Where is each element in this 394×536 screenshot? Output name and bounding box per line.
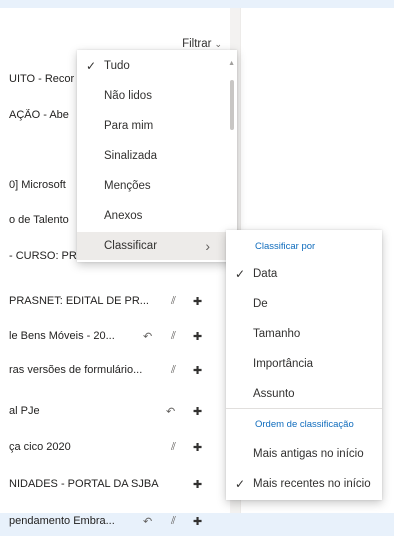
pin-icon[interactable]: ✚ [193, 441, 202, 454]
attachment-icon: ⫽ [171, 329, 176, 342]
pin-icon[interactable]: ✚ [193, 515, 202, 528]
sort-item-label: Tamanho [253, 328, 301, 340]
check-icon: ✓ [235, 267, 246, 281]
attachment-icon: ⫽ [171, 514, 176, 527]
sort-item-label: Mais antigas no início [253, 448, 364, 460]
reply-icon: ↶ [143, 515, 153, 528]
attachment-icon: ⫽ [171, 440, 176, 453]
message-row[interactable]: ras versões de formulário... ⫽ ✚ [0, 355, 220, 385]
filter-item-nao-lidos[interactable]: Não lidos [77, 82, 227, 110]
sort-by-header: Classificar por [255, 241, 316, 252]
filter-item-tudo[interactable]: ✓ Tudo [77, 52, 227, 80]
filter-item-label: Classificar [104, 240, 158, 252]
check-icon: ✓ [235, 477, 246, 491]
attachment-icon: ⫽ [171, 363, 176, 376]
message-subject: pendamento Embra... [9, 515, 115, 527]
filter-item-classificar[interactable]: Classificar › [77, 232, 228, 260]
filter-item-sinalizada[interactable]: Sinalizada [77, 142, 227, 170]
sort-order-oldest-first[interactable]: Mais antigas no início [226, 440, 382, 468]
filter-item-label: Para mim [104, 120, 154, 132]
sort-order-newest-first[interactable]: ✓ Mais recentes no início [226, 470, 382, 498]
message-subject: ça cico 2020 [9, 441, 71, 453]
filter-item-mencoes[interactable]: Menções [77, 172, 227, 200]
sort-by-date[interactable]: ✓ Data [226, 260, 382, 288]
message-row[interactable]: PRASNET: EDITAL DE PR... ⫽ ✚ [0, 286, 220, 316]
sort-order-header: Ordem de classificação [255, 419, 354, 430]
pin-icon[interactable]: ✚ [193, 364, 202, 377]
menu-divider [226, 408, 382, 409]
filter-item-label: Sinalizada [104, 150, 158, 162]
menu-scrollbar-thumb[interactable] [230, 80, 234, 130]
pin-icon[interactable]: ✚ [193, 405, 202, 418]
message-row[interactable]: al PJe ↶ ✚ [0, 396, 220, 426]
reply-icon: ↶ [143, 330, 153, 343]
message-row[interactable]: ça cico 2020 ⫽ ✚ [0, 432, 220, 462]
filter-item-anexos[interactable]: Anexos [77, 202, 227, 230]
filter-item-para-mim[interactable]: Para mim [77, 112, 227, 140]
sort-by-from[interactable]: De [226, 290, 382, 318]
sort-item-label: Data [253, 268, 278, 280]
message-row[interactable]: pendamento Embra... ↶ ⫽ ✚ [0, 506, 220, 536]
filter-menu: ✓ Tudo Não lidos Para mim Sinalizada Men… [77, 50, 237, 262]
message-subject: NIDADES - PORTAL DA SJBA [9, 478, 159, 490]
message-subject: ras versões de formulário... [9, 364, 143, 376]
scroll-up-icon[interactable]: ▲ [228, 60, 235, 67]
sort-by-subject[interactable]: Assunto [226, 380, 382, 408]
pin-icon[interactable]: ✚ [193, 330, 202, 343]
chevron-down-icon: ⌄ [214, 38, 222, 49]
sort-item-label: Mais recentes no início [253, 478, 371, 490]
attachment-icon: ⫽ [171, 294, 176, 307]
check-icon: ✓ [86, 59, 97, 73]
message-subject: le Bens Móveis - 20... [9, 330, 115, 342]
message-subject: al PJe [9, 405, 40, 417]
sort-item-label: Importância [253, 358, 314, 370]
reply-icon: ↶ [166, 405, 176, 418]
sort-by-size[interactable]: Tamanho [226, 320, 382, 348]
filter-item-label: Anexos [104, 210, 143, 222]
filter-item-label: Não lidos [104, 90, 152, 102]
message-row[interactable]: le Bens Móveis - 20... ↶ ⫽ ✚ [0, 321, 220, 351]
sort-submenu: Classificar por ✓ Data De Tamanho Import… [226, 230, 382, 500]
filter-label: Filtrar [182, 38, 212, 50]
filter-item-label: Menções [104, 180, 151, 192]
pin-icon[interactable]: ✚ [193, 295, 202, 308]
sort-by-importance[interactable]: Importância [226, 350, 382, 378]
message-subject: PRASNET: EDITAL DE PR... [9, 295, 149, 307]
filter-item-label: Tudo [104, 60, 130, 72]
message-row[interactable]: NIDADES - PORTAL DA SJBA ✚ [0, 469, 220, 499]
sort-item-label: De [253, 298, 268, 310]
pin-icon[interactable]: ✚ [193, 478, 202, 491]
sort-item-label: Assunto [253, 388, 295, 400]
chevron-right-icon: › [205, 238, 210, 254]
